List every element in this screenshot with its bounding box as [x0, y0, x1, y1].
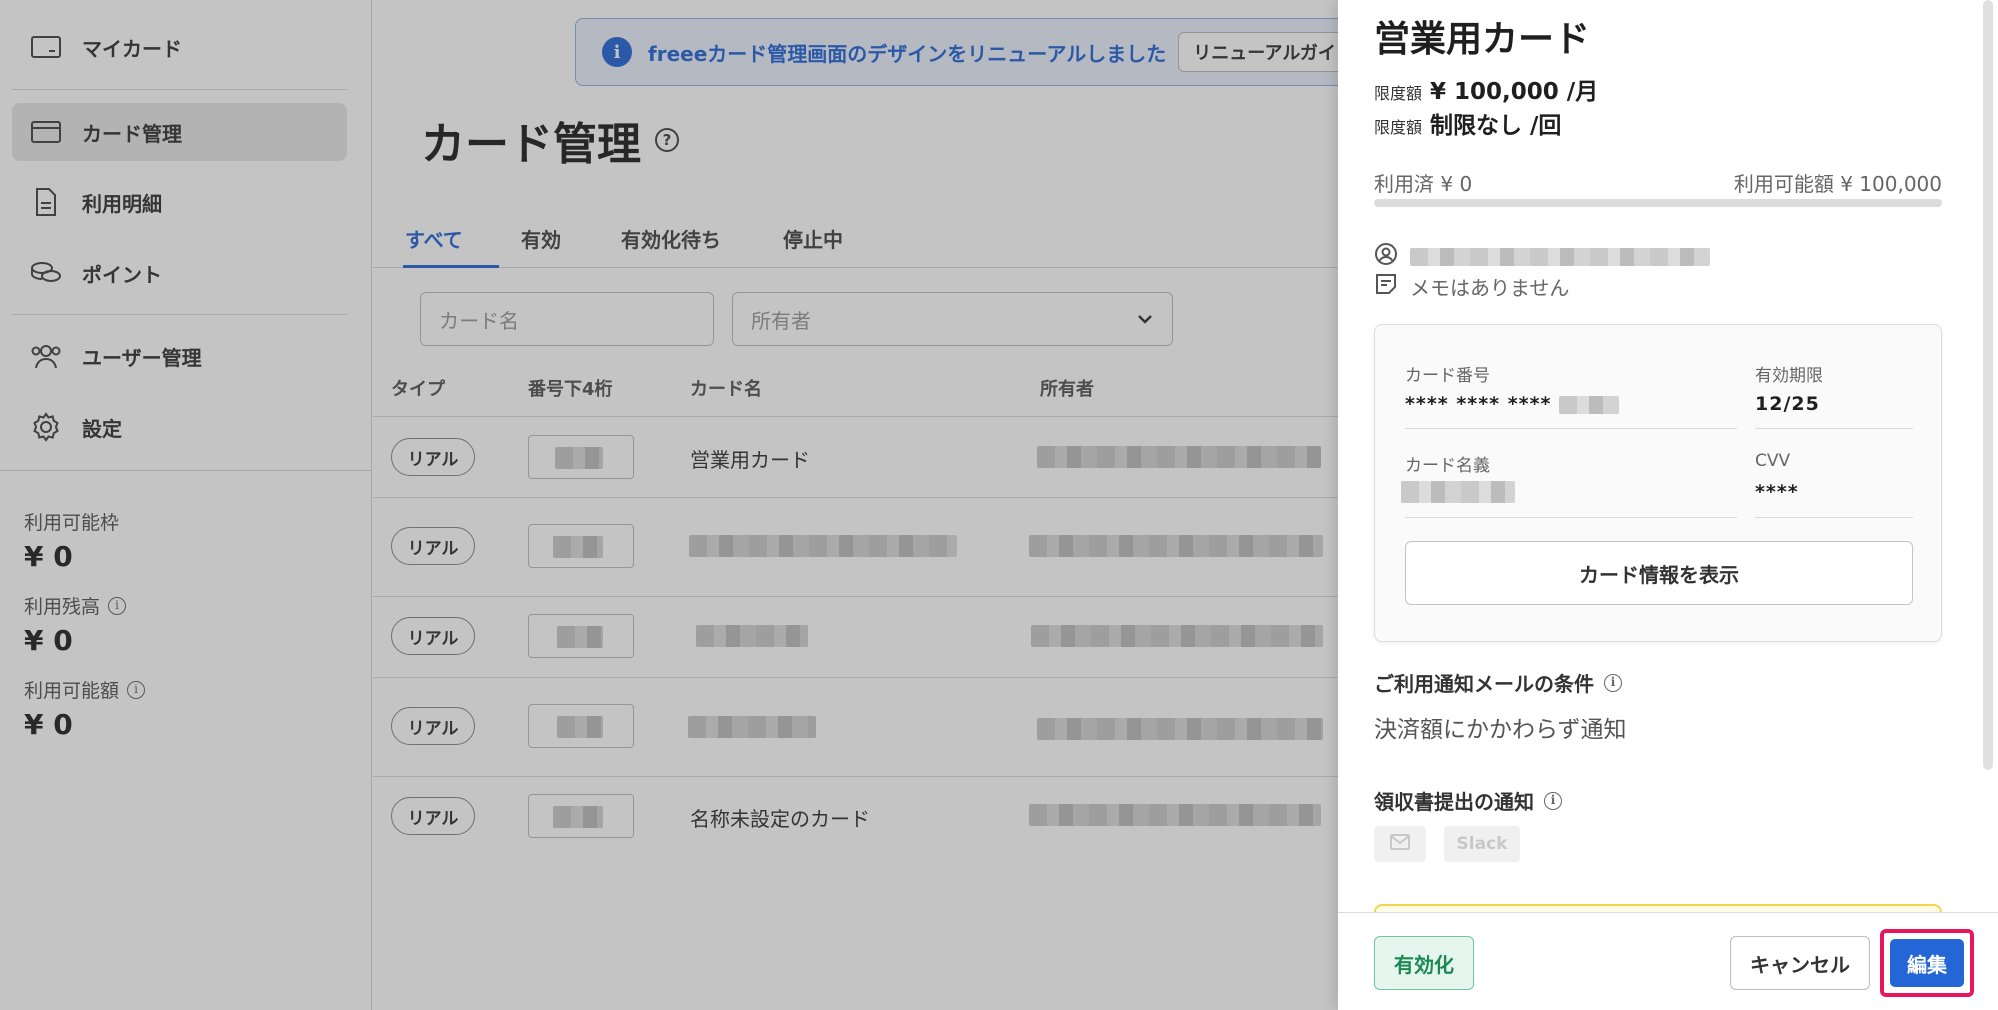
card-number-label: カード番号	[1405, 366, 1490, 386]
limit-value: 制限なし /回	[1430, 113, 1562, 139]
activate-button[interactable]: 有効化	[1374, 936, 1474, 990]
email-notify-chip[interactable]	[1374, 826, 1426, 862]
modal-backdrop[interactable]	[0, 0, 1338, 1010]
drawer-footer: 有効化 キャンセル 編集	[1338, 912, 1998, 1010]
limit-value: ¥ 100,000 /月	[1430, 79, 1599, 105]
divider	[1755, 517, 1913, 518]
divider	[1755, 428, 1913, 429]
expiry-value: 12/25	[1755, 393, 1820, 415]
usage-progress-bar	[1374, 199, 1942, 207]
cardholder-value	[1401, 481, 1515, 503]
edit-button-highlight: 編集	[1880, 929, 1974, 997]
notify-condition-title-text: ご利用通知メールの条件	[1374, 672, 1594, 696]
notify-condition-title: ご利用通知メールの条件 i	[1374, 668, 1622, 697]
cardholder-label: カード名義	[1405, 456, 1490, 476]
card-info-panel: カード番号 **** **** **** 有効期限 12/25 カード名義 CV…	[1374, 324, 1942, 642]
cvv-label: CVV	[1755, 451, 1791, 471]
limit-label: 限度額	[1374, 84, 1423, 103]
mail-icon	[1390, 833, 1410, 855]
cvv-value: ****	[1755, 481, 1799, 503]
card-detail-drawer: 営業用カード 限度額 ¥ 100,000 /月 限度額 制限なし /回 利用済 …	[1338, 0, 1998, 1010]
expiry-label: 有効期限	[1755, 366, 1823, 386]
divider	[1405, 428, 1737, 429]
owner-row	[1374, 242, 1710, 271]
used-amount: 利用済 ¥ 0	[1374, 172, 1473, 196]
receipt-notify-title: 領収書提出の通知 i	[1374, 786, 1562, 815]
notify-condition-text: 決済額にかかわらず通知	[1374, 717, 1627, 743]
card-number-last4	[1559, 395, 1620, 414]
drawer-title: 営業用カード	[1374, 19, 1591, 60]
user-circle-icon	[1374, 242, 1398, 271]
info-icon[interactable]: i	[1604, 673, 1622, 692]
scrollbar[interactable]	[1983, 0, 1993, 770]
memo-icon	[1374, 272, 1398, 301]
card-number-masked: **** **** ****	[1405, 393, 1552, 415]
info-icon[interactable]: i	[1544, 791, 1562, 810]
memo-row: メモはありません	[1374, 272, 1569, 301]
cancel-button[interactable]: キャンセル	[1730, 936, 1870, 990]
available-amount: 利用可能額 ¥ 100,000	[1733, 172, 1942, 196]
card-number-value: **** **** ****	[1405, 393, 1620, 415]
receipt-notify-title-text: 領収書提出の通知	[1374, 790, 1534, 814]
edit-button[interactable]: 編集	[1890, 939, 1964, 987]
per-use-limit: 限度額 制限なし /回	[1374, 106, 1561, 140]
divider	[1405, 517, 1737, 518]
limit-label: 限度額	[1374, 118, 1423, 137]
show-card-info-button[interactable]: カード情報を表示	[1405, 541, 1913, 605]
monthly-limit: 限度額 ¥ 100,000 /月	[1374, 72, 1598, 106]
owner-name	[1410, 247, 1710, 266]
slack-notify-chip[interactable]: Slack	[1444, 826, 1520, 862]
memo-text: メモはありません	[1410, 276, 1570, 300]
